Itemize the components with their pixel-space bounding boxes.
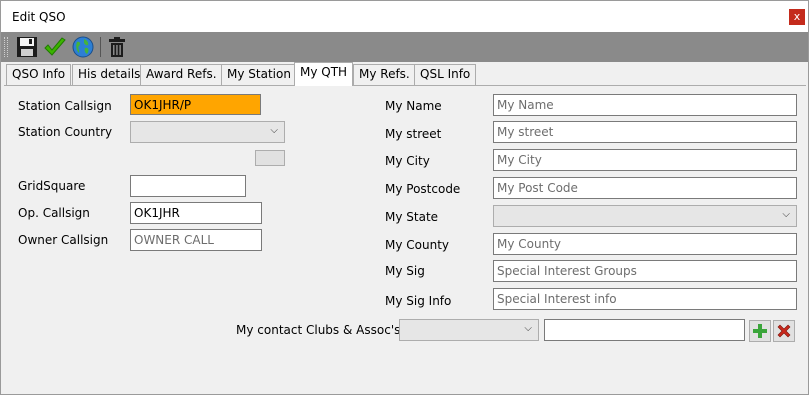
title-bar: Edit QSO x xyxy=(1,1,808,32)
op-callsign-field[interactable]: OK1JHR xyxy=(130,202,262,224)
my-sig-info-field[interactable]: Special Interest info xyxy=(493,288,797,310)
my-street-label: My street xyxy=(385,127,442,141)
lookup-button[interactable] xyxy=(71,35,95,59)
station-callsign-field[interactable]: OK1JHR/P xyxy=(130,94,261,115)
gridsquare-label: GridSquare xyxy=(18,179,86,193)
remove-club-button[interactable] xyxy=(773,320,795,342)
my-sig-field[interactable]: Special Interest Groups xyxy=(493,260,797,282)
op-callsign-label: Op. Callsign xyxy=(18,206,90,220)
country-color-swatch[interactable] xyxy=(255,150,285,166)
clubs-label: My contact Clubs & Assoc's xyxy=(236,323,401,337)
close-icon: x xyxy=(793,10,801,23)
tab-my-refs[interactable]: My Refs. xyxy=(353,64,416,85)
my-name-field[interactable]: My Name xyxy=(493,94,797,116)
plus-icon xyxy=(753,324,767,338)
delete-button[interactable] xyxy=(105,35,129,59)
delete-x-icon xyxy=(777,324,791,338)
gridsquare-field[interactable] xyxy=(130,175,246,197)
tab-my-station[interactable]: My Station xyxy=(221,64,297,85)
my-street-field[interactable]: My street xyxy=(493,121,797,143)
add-club-button[interactable] xyxy=(749,320,771,342)
save-icon xyxy=(17,37,37,57)
my-city-field[interactable]: My City xyxy=(493,149,797,171)
my-county-field[interactable]: My County xyxy=(493,233,797,255)
globe-icon xyxy=(72,36,94,58)
chevron-down-icon: ⌵ xyxy=(524,323,532,334)
chevron-down-icon: ⌵ xyxy=(782,209,790,220)
my-name-label: My Name xyxy=(385,99,442,113)
my-sig-info-label: My Sig Info xyxy=(385,294,452,308)
owner-callsign-label: Owner Callsign xyxy=(18,233,109,247)
tab-strip: QSO Info His details Award Refs. My Stat… xyxy=(1,62,808,86)
my-postcode-label: My Postcode xyxy=(385,182,461,196)
tab-my-qth[interactable]: My QTH xyxy=(294,62,354,86)
station-country-label: Station Country xyxy=(18,125,113,139)
confirm-button[interactable] xyxy=(43,35,67,59)
station-callsign-label: Station Callsign xyxy=(18,99,112,113)
toolbar-separator xyxy=(100,37,101,57)
my-state-select[interactable]: ⌵ xyxy=(493,205,797,227)
close-button[interactable]: x xyxy=(789,9,805,25)
edit-qso-window: Edit QSO x QSO Info His details Award Re… xyxy=(0,0,809,395)
my-sig-label: My Sig xyxy=(385,264,425,278)
tab-qso-info[interactable]: QSO Info xyxy=(6,64,72,85)
chevron-down-icon: ⌵ xyxy=(270,125,278,136)
station-country-select[interactable]: ⌵ xyxy=(130,121,285,143)
owner-callsign-field[interactable]: OWNER CALL xyxy=(130,229,262,251)
save-button[interactable] xyxy=(15,35,39,59)
tab-award-refs[interactable]: Award Refs. xyxy=(140,64,223,85)
tab-qsl-info[interactable]: QSL Info xyxy=(414,64,477,85)
check-icon xyxy=(44,37,66,56)
my-state-label: My State xyxy=(385,210,439,224)
trash-icon xyxy=(109,37,125,57)
toolbar-grip[interactable] xyxy=(4,37,8,57)
toolbar xyxy=(1,32,808,62)
my-county-label: My County xyxy=(385,238,450,252)
window-title: Edit QSO xyxy=(12,10,66,24)
clubs-select[interactable]: ⌵ xyxy=(399,319,539,341)
tab-his-details[interactable]: His details xyxy=(72,64,147,85)
my-postcode-field[interactable]: My Post Code xyxy=(493,177,797,199)
clubs-text-field[interactable] xyxy=(544,319,745,341)
my-city-label: My City xyxy=(385,154,430,168)
